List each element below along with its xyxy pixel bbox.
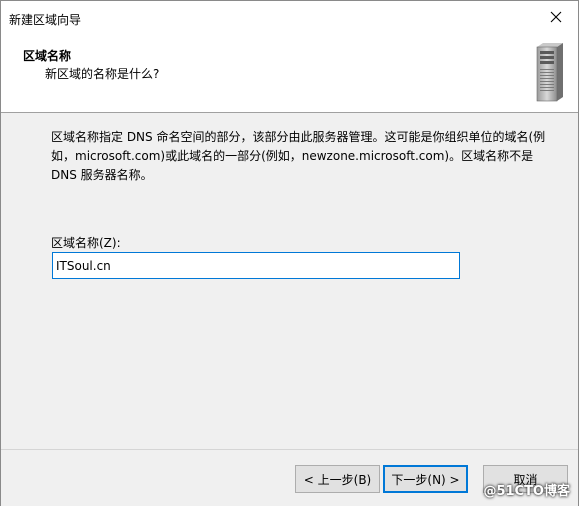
wizard-header: 区域名称 新区域的名称是什么? — [1, 33, 578, 113]
close-icon — [550, 11, 562, 23]
close-button[interactable] — [534, 1, 578, 33]
page-subtitle: 新区域的名称是什么? — [45, 67, 160, 81]
window-title: 新建区域向导 — [9, 13, 82, 27]
zone-name-description: 区域名称指定 DNS 命名空间的部分，该部分由此服务器管理。这可能是你组织单位的… — [51, 130, 546, 182]
next-button[interactable]: 下一步(N) > — [383, 465, 468, 493]
back-button[interactable]: < 上一步(B) — [295, 465, 380, 493]
zone-name-input[interactable] — [52, 252, 460, 279]
watermark: @51CTO博客 — [483, 484, 570, 499]
page-title: 区域名称 — [23, 49, 72, 63]
title-bar: 新建区域向导 — [1, 1, 578, 33]
new-zone-wizard-window: 新建区域向导 区域名称 新区域的名称是什么? 区域名称指定 DNS 命名空间的部… — [0, 0, 579, 506]
server-icon — [536, 43, 563, 102]
zone-name-label: 区域名称(Z): — [51, 236, 121, 250]
